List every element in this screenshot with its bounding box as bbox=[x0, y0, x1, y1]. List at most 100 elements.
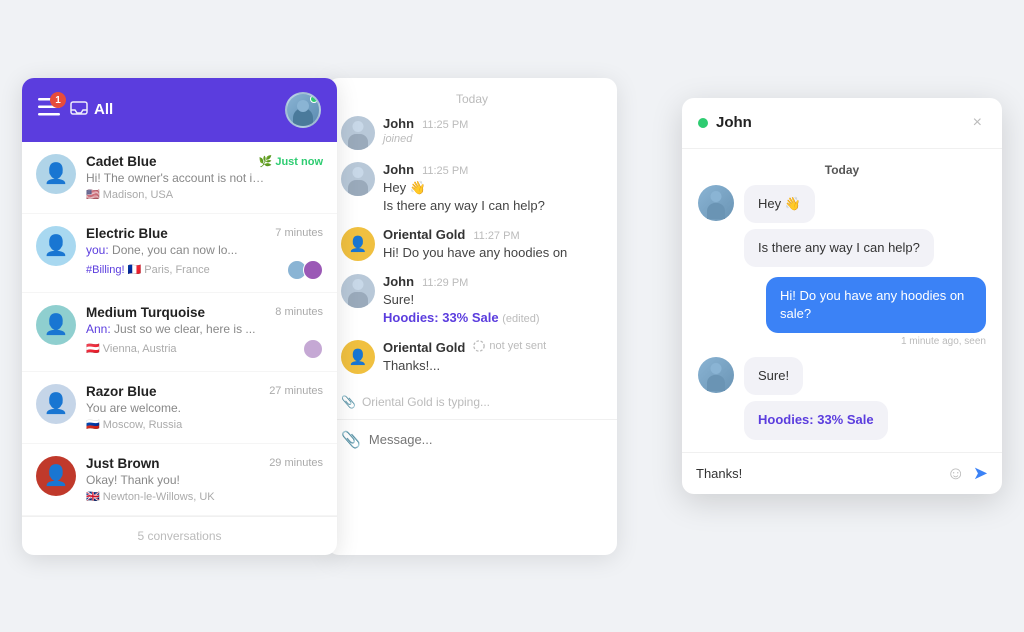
avatar-group bbox=[287, 260, 323, 280]
msg-sender: John bbox=[383, 116, 414, 131]
chat-message: 👤 Oriental Gold 11:27 PM Hi! Do you have… bbox=[341, 227, 603, 262]
chat-message: John 11:25 PM joined bbox=[341, 116, 603, 150]
msg-bubble: Sure! bbox=[744, 357, 803, 395]
conv-footer: 5 conversations bbox=[22, 516, 337, 555]
typing-indicator: 📎 Oriental Gold is typing... bbox=[327, 385, 617, 419]
hoodies-link[interactable]: Hoodies: 33% Sale bbox=[758, 412, 874, 427]
right-messages: Hey 👋 Is there any way I can help? Hi! D… bbox=[682, 185, 1002, 452]
msg-text: Sure! Hoodies: 33% Sale (edited) bbox=[383, 291, 603, 328]
online-dot bbox=[698, 118, 708, 128]
conv-time: 7 minutes bbox=[275, 227, 323, 239]
send-button[interactable]: ➤ bbox=[973, 463, 988, 484]
conv-location: 🇺🇸 Madison, USA bbox=[86, 188, 173, 201]
msg-bubble: Hoodies: 33% Sale bbox=[744, 401, 888, 439]
msg-text: Hi! Do you have any hoodies on bbox=[383, 244, 603, 262]
right-header-left: John bbox=[698, 114, 752, 131]
msg-sender: John bbox=[383, 162, 414, 177]
conv-name: Electric Blue bbox=[86, 226, 168, 241]
avatar bbox=[698, 185, 734, 221]
conv-body: Just Brown 29 minutes Okay! Thank you! 🇬… bbox=[86, 456, 323, 503]
conv-preview: Hi! The owner's account is not in... bbox=[86, 171, 266, 185]
edited-label: (edited) bbox=[502, 313, 539, 325]
conv-location: 🇬🇧 Newton-le-Willows, UK bbox=[86, 490, 215, 503]
attach-icon[interactable]: 📎 bbox=[341, 430, 361, 450]
conv-time: 8 minutes bbox=[275, 306, 323, 318]
avatar bbox=[698, 357, 734, 393]
msg-time: 11:25 PM bbox=[422, 119, 468, 131]
left-title: All bbox=[70, 101, 113, 119]
right-header-name: John bbox=[716, 114, 752, 131]
right-input-area: ☺ ➤ bbox=[682, 452, 1002, 494]
msg-text: joined bbox=[383, 133, 603, 145]
msg-body: Sure! Hoodies: 33% Sale bbox=[744, 357, 986, 439]
chat-message: John 11:25 PM Hey 👋Is there any way I ca… bbox=[341, 162, 603, 215]
msg-time: not yet sent bbox=[473, 340, 546, 352]
avatar: 👤 bbox=[36, 226, 76, 266]
list-item[interactable]: 👤 Razor Blue 27 minutes You are welcome.… bbox=[22, 372, 337, 444]
left-panel: 1 All 👤 bbox=[22, 78, 337, 555]
conv-name: Just Brown bbox=[86, 456, 160, 471]
msg-sender: Oriental Gold bbox=[383, 340, 465, 355]
msg-sender: Oriental Gold bbox=[383, 227, 465, 242]
msg-content: John 11:29 PM Sure! Hoodies: 33% Sale (e… bbox=[383, 274, 603, 328]
msg-body: Hi! Do you have any hoodies on sale? 1 m… bbox=[766, 277, 986, 347]
msg-bubble: Hi! Do you have any hoodies on sale? bbox=[766, 277, 986, 333]
conv-body: Razor Blue 27 minutes You are welcome. 🇷… bbox=[86, 384, 323, 431]
conv-time: 🌿 Just now bbox=[259, 155, 323, 168]
list-item[interactable]: 👤 Electric Blue 7 minutes you: Done, you… bbox=[22, 214, 337, 293]
message-input[interactable] bbox=[369, 432, 603, 447]
msg-time: 11:25 PM bbox=[422, 165, 468, 177]
conv-preview: Okay! Thank you! bbox=[86, 473, 266, 487]
all-label: All bbox=[94, 101, 113, 118]
notification-badge: 1 bbox=[50, 92, 66, 108]
header-avatar[interactable] bbox=[285, 92, 321, 128]
conv-location: 🇦🇹 Vienna, Austria bbox=[86, 342, 177, 355]
avatar bbox=[341, 274, 375, 308]
list-item[interactable]: 👤 Cadet Blue 🌿 Just now Hi! The owner's … bbox=[22, 142, 337, 214]
chat-link[interactable]: Hoodies: 33% Sale bbox=[383, 310, 499, 325]
middle-panel: Today John 11:25 PM joined John bbox=[327, 78, 617, 555]
left-header: 1 All bbox=[22, 78, 337, 142]
chat-input-area: 📎 bbox=[327, 419, 617, 460]
right-message-input[interactable] bbox=[696, 466, 939, 481]
right-today-label: Today bbox=[682, 149, 1002, 185]
middle-today-label: Today bbox=[327, 78, 617, 116]
app-container: 1 All 👤 bbox=[22, 78, 1002, 555]
right-message: Sure! Hoodies: 33% Sale bbox=[698, 357, 986, 439]
left-header-left: 1 All bbox=[38, 98, 113, 121]
avatar: 👤 bbox=[36, 456, 76, 496]
conv-name: Medium Turquoise bbox=[86, 305, 205, 320]
conversation-list: 👤 Cadet Blue 🌿 Just now Hi! The owner's … bbox=[22, 142, 337, 516]
conv-name: Cadet Blue bbox=[86, 154, 157, 169]
msg-time: 11:27 PM bbox=[473, 230, 519, 242]
msg-bubble: Hey 👋 bbox=[744, 185, 815, 223]
msg-meta: 1 minute ago, seen bbox=[766, 336, 986, 347]
avatar: 👤 bbox=[36, 154, 76, 194]
avatar: 👤 bbox=[341, 227, 375, 261]
list-item[interactable]: 👤 Just Brown 29 minutes Okay! Thank you!… bbox=[22, 444, 337, 516]
avatar: 👤 bbox=[36, 384, 76, 424]
avatar: 👤 bbox=[341, 340, 375, 374]
conv-body: Cadet Blue 🌿 Just now Hi! The owner's ac… bbox=[86, 154, 323, 201]
msg-bubble: Is there any way I can help? bbox=[744, 229, 934, 267]
hamburger-menu-button[interactable]: 1 bbox=[38, 98, 60, 121]
online-indicator bbox=[310, 95, 318, 103]
right-message: Hey 👋 Is there any way I can help? bbox=[698, 185, 986, 267]
chat-message: John 11:29 PM Sure! Hoodies: 33% Sale (e… bbox=[341, 274, 603, 328]
emoji-icon[interactable]: ☺ bbox=[947, 463, 965, 484]
conv-name: Razor Blue bbox=[86, 384, 157, 399]
list-item[interactable]: 👤 Medium Turquoise 8 minutes Ann: Just s… bbox=[22, 293, 337, 372]
right-header: John × bbox=[682, 98, 1002, 149]
avatar bbox=[341, 116, 375, 150]
chat-message: 👤 Oriental Gold not yet sent Thanks!... bbox=[341, 340, 603, 375]
conv-time: 27 minutes bbox=[269, 385, 323, 397]
conv-location: 🇷🇺 Moscow, Russia bbox=[86, 418, 182, 431]
conv-preview: you: Done, you can now lo... bbox=[86, 243, 266, 257]
chat-messages: John 11:25 PM joined John 11:25 PM Hey 👋… bbox=[327, 116, 617, 385]
msg-body: Hey 👋 Is there any way I can help? bbox=[744, 185, 986, 267]
msg-content: John 11:25 PM joined bbox=[383, 116, 603, 145]
msg-sender: John bbox=[383, 274, 414, 289]
close-button[interactable]: × bbox=[969, 112, 986, 134]
msg-text: Hey 👋Is there any way I can help? bbox=[383, 179, 603, 215]
conv-location: #Billing! 🇫🇷 Paris, France bbox=[86, 263, 210, 276]
